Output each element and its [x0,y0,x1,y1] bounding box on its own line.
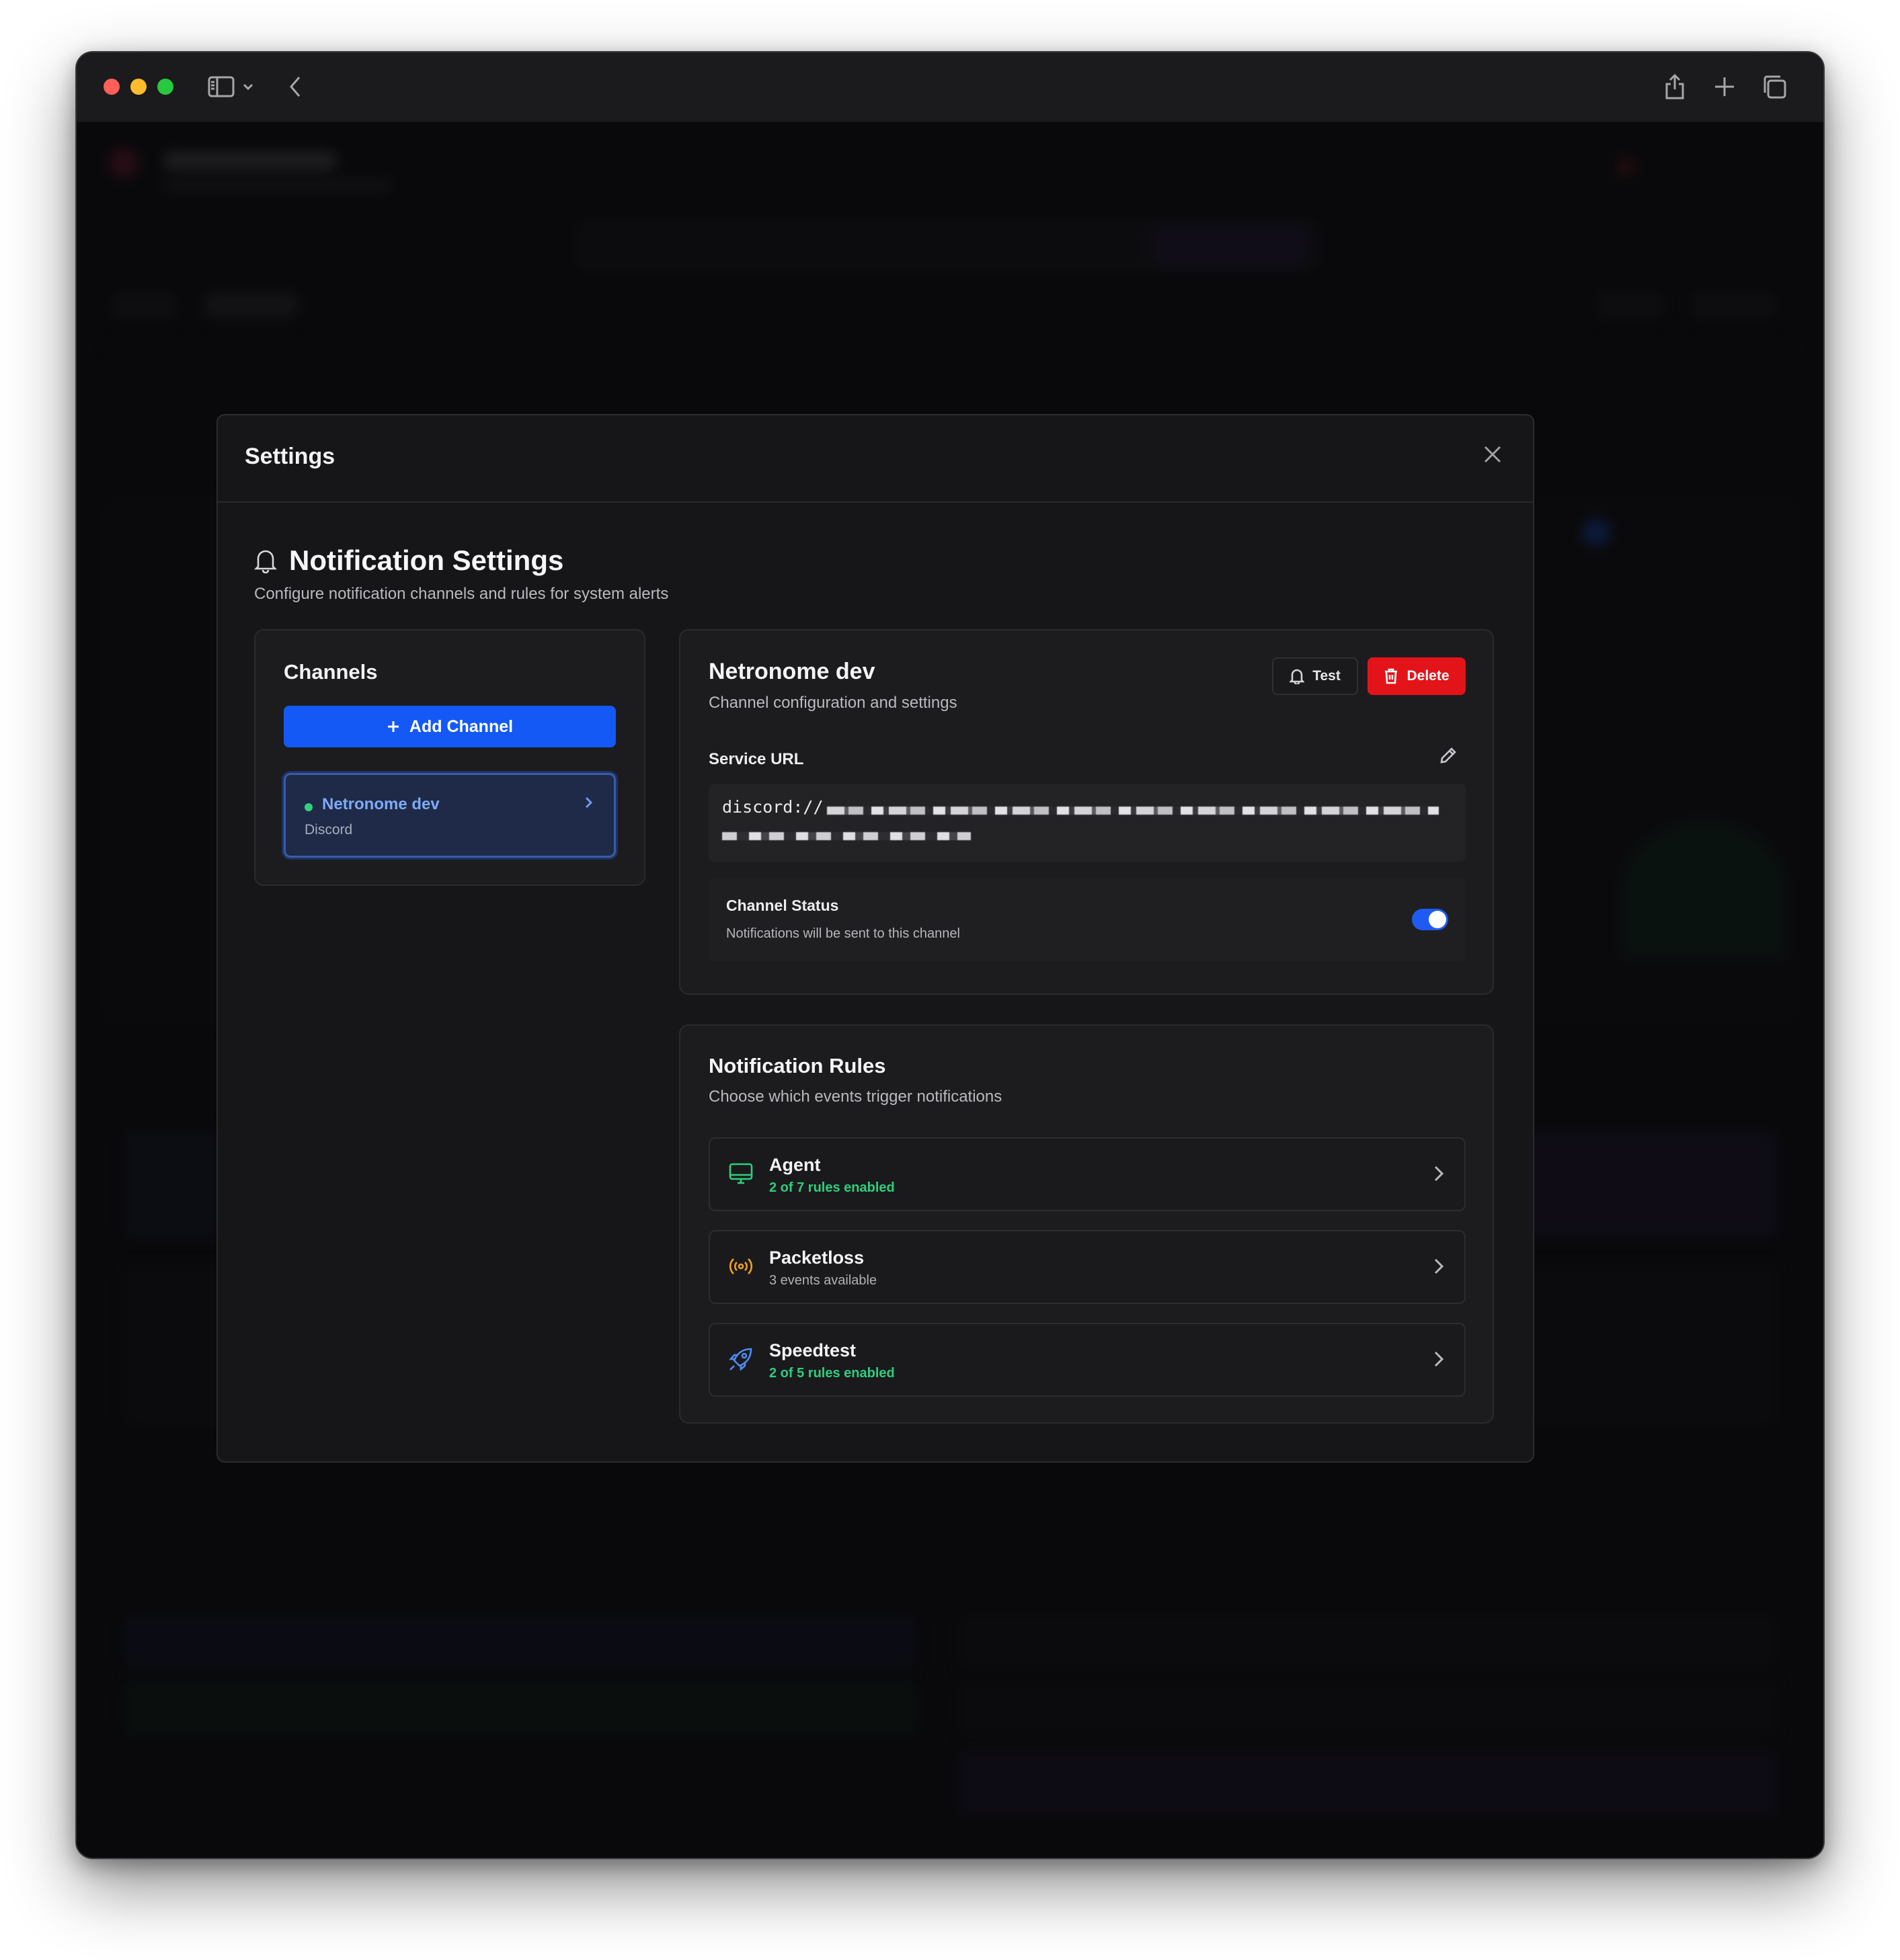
minimize-window-button[interactable] [130,79,147,95]
notification-rules-panel: Notification Rules Choose which events t… [679,1024,1494,1424]
page-title: Notification Settings [289,544,564,576]
toggle-knob [1429,911,1446,928]
broadcast-icon [727,1253,757,1282]
test-button[interactable]: Test [1272,657,1358,695]
channel-status-toggle[interactable] [1412,909,1448,930]
rule-meta: 2 of 7 rules enabled [769,1180,895,1195]
page-subtitle: Configure notification channels and rule… [254,585,669,603]
rule-item-packetloss[interactable]: Packetloss 3 events available [709,1230,1466,1304]
zoom-window-button[interactable] [157,79,173,95]
notification-rules-subtitle: Choose which events trigger notification… [709,1088,1002,1106]
rule-name: Agent [769,1155,821,1175]
service-url-field[interactable]: discord:// [709,784,1466,862]
rocket-icon [727,1346,757,1375]
rule-meta: 3 events available [769,1273,877,1288]
channel-type: Discord [305,822,353,838]
bell-icon [1290,669,1305,684]
service-url-value: discord:// [722,797,824,817]
plus-icon [387,721,399,732]
channel-config-panel: Netronome dev Channel configuration and … [679,629,1494,995]
rule-meta: 2 of 5 rules enabled [769,1366,895,1381]
share-icon[interactable] [1658,70,1692,104]
channel-config-subtitle: Channel configuration and settings [709,694,957,712]
back-arrow-icon[interactable] [278,70,312,104]
modal-title: Settings [245,444,335,469]
settings-modal: Settings Notification Settings Configure… [216,414,1534,1463]
channel-status-subtitle: Notifications will be sent to this chann… [726,926,960,941]
chevron-right-icon [1433,1350,1444,1372]
channels-panel: Channels Add Channel Netronome dev Disco… [254,629,645,886]
new-tab-icon[interactable] [1708,70,1741,104]
pencil-icon[interactable] [1439,746,1458,768]
channel-config-title: Netronome dev [709,659,875,684]
rule-item-agent[interactable]: Agent 2 of 7 rules enabled [709,1137,1466,1211]
channel-status-title: Channel Status [726,897,839,914]
tab-overview-icon[interactable] [1757,70,1791,104]
close-window-button[interactable] [104,79,120,95]
delete-button[interactable]: Delete [1368,657,1466,695]
status-dot [305,803,313,811]
title-bar [77,52,1823,122]
bell-icon [254,550,277,573]
sidebar-toggle-icon[interactable] [204,70,238,104]
close-icon[interactable] [1474,436,1511,473]
rule-item-speedtest[interactable]: Speedtest 2 of 5 rules enabled [709,1323,1466,1397]
chevron-right-icon [584,795,594,813]
monitor-icon [727,1160,757,1190]
add-channel-label: Add Channel [409,717,514,736]
trash-icon [1385,668,1398,684]
channel-item[interactable]: Netronome dev Discord [284,773,616,858]
chevron-right-icon [1433,1164,1444,1186]
delete-label: Delete [1407,668,1450,684]
modal-header: Settings [218,415,1533,503]
channel-status-row: Channel Status Notifications will be sen… [709,878,1466,961]
chevron-right-icon [1433,1257,1444,1279]
rule-name: Packetloss [769,1248,865,1268]
channels-title: Channels [284,660,378,684]
add-channel-button[interactable]: Add Channel [284,706,616,747]
test-label: Test [1312,668,1341,684]
service-url-label: Service URL [709,750,804,768]
notification-settings-heading: Notification Settings [254,544,563,577]
chevron-down-icon[interactable] [238,70,258,104]
notification-rules-title: Notification Rules [709,1054,886,1077]
channel-name: Netronome dev [322,795,440,813]
rule-name: Speedtest [769,1340,857,1360]
